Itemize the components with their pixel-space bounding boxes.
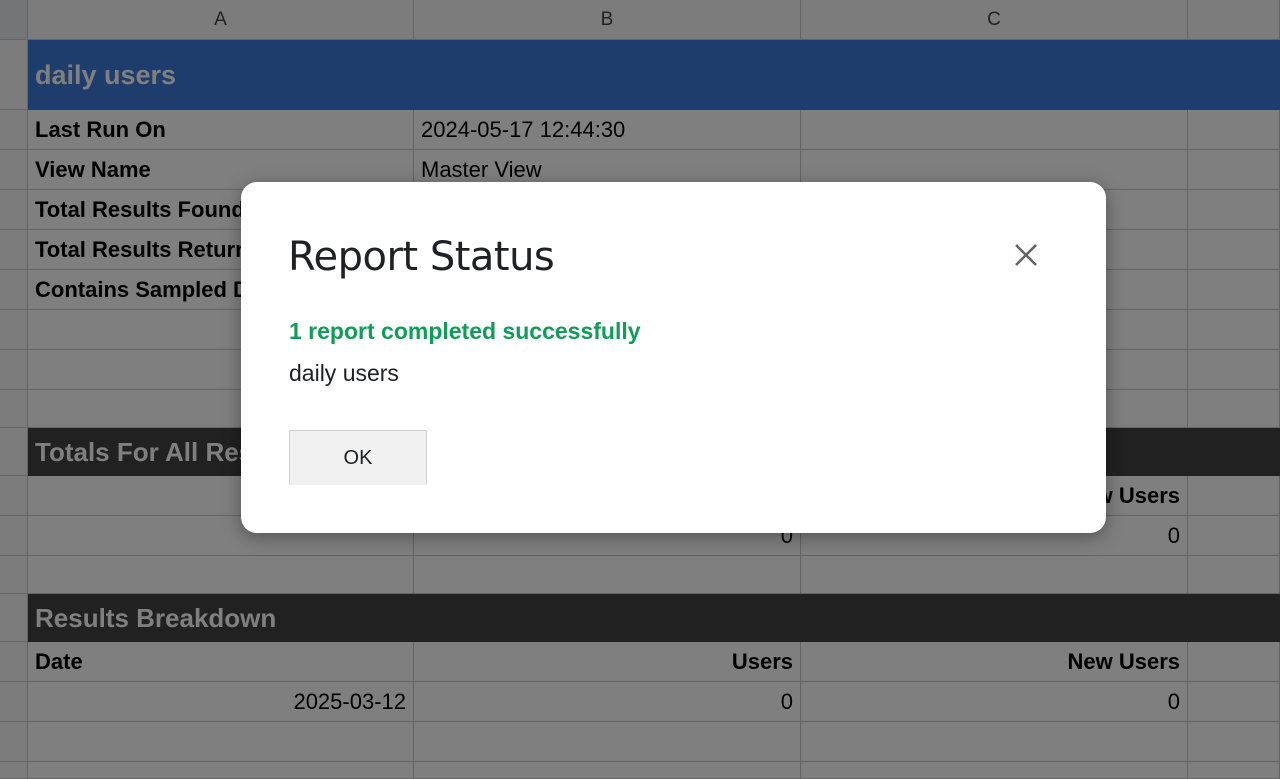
ok-button[interactable]: OK <box>289 430 427 485</box>
completed-report-name: daily users <box>289 360 399 386</box>
success-message: 1 report completed successfully <box>289 318 641 344</box>
dialog-title: Report Status <box>288 234 555 280</box>
report-status-dialog: Report Status 1 report completed success… <box>241 182 1106 533</box>
close-icon[interactable] <box>1009 238 1043 272</box>
